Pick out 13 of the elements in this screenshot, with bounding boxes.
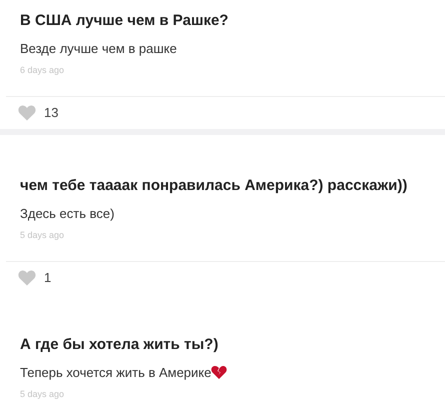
heart-icon[interactable] (18, 270, 36, 286)
question-title: В США лучше чем в Рашке? (20, 11, 230, 31)
answer-text: Везде лучше чем в рашке (20, 41, 177, 56)
heart-icon[interactable] (18, 105, 36, 121)
post-time: 5 days ago (20, 388, 66, 400)
question-title: А где бы хотела жить ты?) (20, 335, 220, 355)
answer-text: Теперь хочется жить в Америке (20, 365, 212, 380)
like-count: 1 (44, 269, 52, 288)
like-count: 13 (44, 104, 58, 122)
question-title: чем тебе тааaак понравилась Америка?) расскажи)) (20, 176, 408, 196)
post-time: 5 days ago (20, 229, 66, 241)
post-time: 6 days ago (20, 64, 66, 76)
answer-text: Здесь есть все) (20, 206, 114, 221)
